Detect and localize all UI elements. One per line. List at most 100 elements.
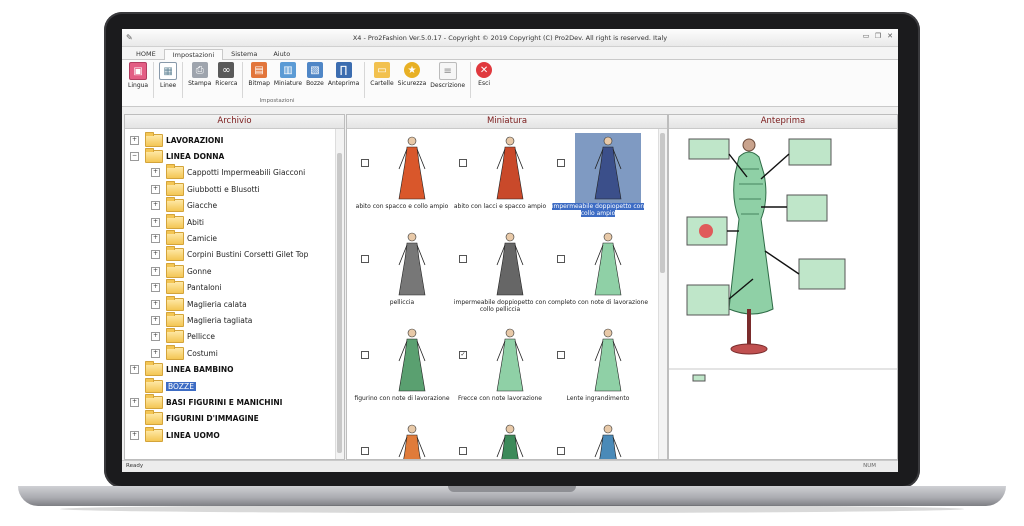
thumbnail-item[interactable]: ✓ Frecce con note lavorazione [449,323,551,419]
thumbnail-item[interactable]: completo con note di lavorazione [547,227,649,323]
tree-item-label: LINEA DONNA [166,152,225,162]
fashion-sketch-image [379,133,445,203]
tree-item[interactable]: + Maglieria calata [125,295,344,312]
select-checkbox[interactable] [459,447,467,455]
expand-icon[interactable]: + [151,250,160,260]
laptop-shadow [60,505,964,513]
tree-item[interactable]: + LINEA BAMBINO [125,361,344,377]
expand-icon[interactable]: + [151,315,160,325]
expand-icon[interactable]: + [151,348,160,358]
select-checkbox[interactable] [361,255,369,263]
thumbnail-grid: abito con spacco e collo ampio abito con … [347,129,658,459]
thumbnail-item[interactable] [449,419,551,459]
thumbnail-item[interactable]: impermeabile doppiopetto con collo pelli… [449,227,551,323]
tree-item-label: Giubbotti e Blusotti [187,184,260,194]
select-checkbox[interactable] [361,447,369,455]
expand-icon[interactable]: + [130,135,139,145]
tree-item[interactable]: + Pantaloni [125,279,344,296]
tree-item[interactable]: + Corpini Bustini Corsetti Gilet Top [125,246,344,263]
thumbnail-item[interactable]: abito con spacco e collo ampio [351,131,453,227]
ribbon: ▣ Lingua ▦ Linee ⎙ Stampa ∞ Ricerca ▤ Bi… [122,60,898,107]
laptop-notch [448,486,576,492]
thumbnail-caption: pelliccia [389,299,415,306]
thumbnail-caption: figurino con note di lavorazione [354,395,450,402]
thumbnail-item[interactable]: abito con lacci e spacco ampio [449,131,551,227]
tree-item[interactable]: FIGURINI D'IMMAGINE [125,410,344,427]
bitmap-button[interactable]: ▤ Bitmap [246,62,271,98]
select-checkbox[interactable] [459,255,467,263]
descrizione-button[interactable]: ≡ Descrizione [428,62,467,98]
select-checkbox[interactable] [361,159,369,167]
expand-icon[interactable]: + [130,430,139,440]
tree-item[interactable]: + Maglieria tagliata [125,311,344,328]
close-icon[interactable]: ✕ [886,32,894,40]
tree-item[interactable]: + Cappotti Impermeabili Giacconi [125,164,344,181]
tree-item[interactable]: + Abiti [125,213,344,230]
tree-item[interactable]: + Camicie [125,230,344,246]
expand-icon[interactable]: + [151,168,160,178]
tree-item[interactable]: + LINEA UOMO [125,426,344,443]
preview-illustration [669,138,897,382]
tree-item[interactable]: + BASI FIGURINI E MANICHINI [125,393,344,410]
tree-item[interactable]: + LAVORAZIONI [125,131,344,148]
anteprima-header: Anteprima [669,115,897,129]
miniature-button[interactable]: ▥ Miniature [272,62,304,98]
tree-item[interactable]: + Giubbotti e Blusotti [125,180,344,197]
sicurezza-button[interactable]: ★ Sicurezza [396,62,429,98]
tree-item[interactable]: − LINEA DONNA [125,148,344,164]
thumbnail-item[interactable]: pelliccia [351,227,453,323]
tree-item[interactable]: + Giacche [125,197,344,214]
select-checkbox[interactable] [557,159,565,167]
expand-icon[interactable]: + [151,299,160,309]
document-icon: ≡ [438,62,457,80]
select-checkbox[interactable] [557,255,565,263]
tree-item[interactable]: + Pellicce [125,328,344,345]
expand-icon[interactable]: + [151,332,160,342]
miniatura-scrollbar[interactable] [658,129,667,459]
tree-item[interactable]: + Costumi [125,344,344,361]
ricerca-button[interactable]: ∞ Ricerca [213,62,239,98]
lingua-button[interactable]: ▣ Lingua [126,62,150,98]
thumbnail-item[interactable] [547,419,649,459]
select-checkbox[interactable] [557,447,565,455]
select-checkbox[interactable] [557,351,565,359]
anteprima-button[interactable]: ∏ Anteprima [326,62,361,98]
select-checkbox[interactable] [361,351,369,359]
thumbnail-item[interactable]: Lente ingrandimento [547,323,649,419]
select-checkbox[interactable]: ✓ [459,351,467,359]
tree-item[interactable]: BOZZE [125,377,344,394]
tab-home[interactable]: HOME [128,49,164,59]
scrollbar-thumb[interactable] [337,153,342,453]
exit-icon: ✕ [476,62,493,78]
collapse-icon[interactable]: − [130,152,139,162]
tab-impostazioni[interactable]: Impostazioni [163,49,224,60]
bozze-button[interactable]: ▧ Bozze [304,62,326,98]
expand-icon[interactable]: + [151,234,160,244]
thumbnail-item[interactable] [351,419,453,459]
archivio-scrollbar[interactable] [335,129,344,459]
cartelle-button[interactable]: ▭ Cartelle [368,62,395,98]
expand-icon[interactable]: + [151,184,160,194]
scrollbar-thumb[interactable] [660,133,665,273]
expand-icon[interactable]: + [130,397,139,407]
stampa-button[interactable]: ⎙ Stampa [186,62,213,98]
select-checkbox[interactable] [459,159,467,167]
ribbon-separator [364,62,366,98]
grid-lines-icon: ▦ [159,62,178,80]
restore-icon[interactable]: ❐ [874,32,882,40]
fashion-sketch-image [477,133,543,203]
tab-aiuto[interactable]: Aiuto [265,49,298,59]
tree-item[interactable]: + Gonne [125,262,344,279]
thumbnail-item[interactable]: impermeabile doppiopetto con collo ampio [547,131,649,227]
expand-icon[interactable]: + [151,266,160,276]
minimize-icon[interactable]: ▭ [862,32,870,40]
expand-icon[interactable]: + [151,217,160,227]
expand-icon[interactable]: + [130,365,139,375]
thumbnail-item[interactable]: figurino con note di lavorazione [351,323,453,419]
thumbnail-caption: impermeabile doppiopetto con collo pelli… [453,299,547,313]
expand-icon[interactable]: + [151,201,160,211]
esci-button[interactable]: ✕ Esci [474,62,494,98]
tab-sistema[interactable]: Sistema [223,49,265,59]
expand-icon[interactable]: + [151,283,160,293]
linee-button[interactable]: ▦ Linee [157,62,179,98]
